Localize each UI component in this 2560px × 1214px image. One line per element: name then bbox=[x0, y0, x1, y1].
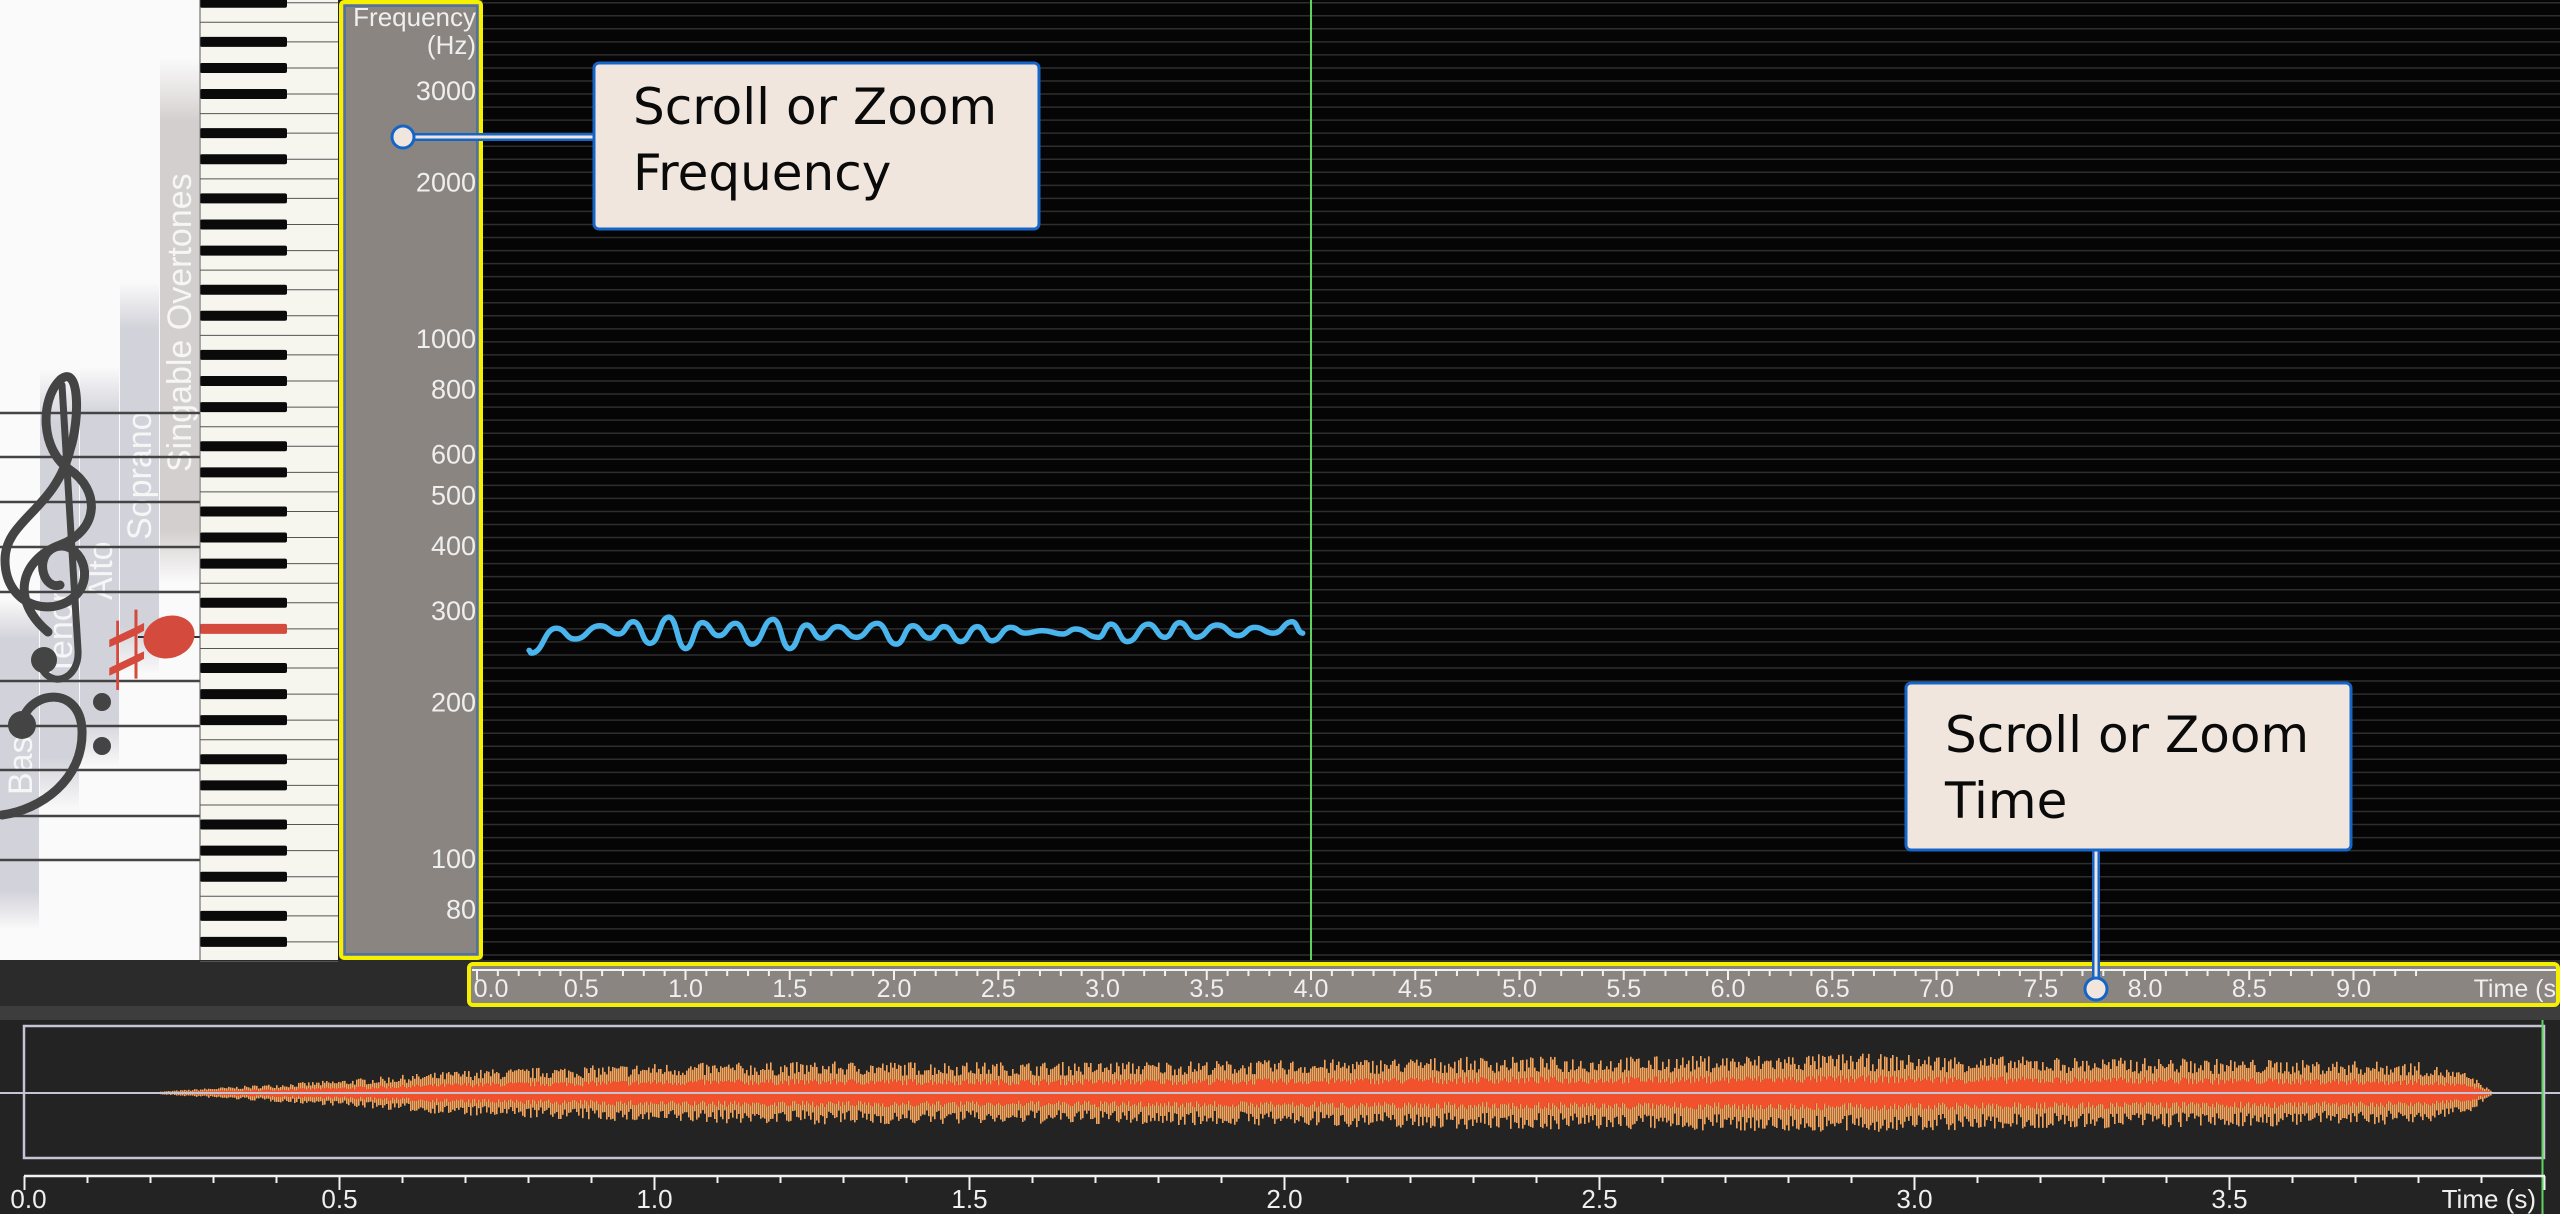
time-callout-anchor bbox=[2083, 976, 2109, 1002]
ruler-tick-label: 4.5 bbox=[1398, 975, 1433, 1003]
ruler-tick-label: 4.0 bbox=[1294, 975, 1329, 1003]
black-piano-key[interactable] bbox=[200, 310, 287, 321]
black-piano-key[interactable] bbox=[200, 662, 287, 673]
black-piano-key[interactable] bbox=[200, 845, 287, 856]
black-piano-key[interactable] bbox=[200, 402, 287, 413]
voice-label-soprano: Soprano bbox=[121, 411, 159, 540]
black-piano-key[interactable] bbox=[200, 532, 287, 543]
frequency-tick-label: 600 bbox=[431, 439, 476, 469]
black-piano-key[interactable] bbox=[200, 193, 287, 204]
black-piano-key[interactable] bbox=[200, 467, 287, 478]
ruler-tick-label: 3.5 bbox=[1189, 975, 1224, 1003]
waveform-axis-label: 0.0 bbox=[10, 1184, 46, 1214]
waveform-axis-label: 3.5 bbox=[2211, 1184, 2247, 1214]
frequency-callout-anchor bbox=[390, 124, 416, 150]
time-callout-line1: Scroll or Zoom bbox=[1945, 706, 2309, 764]
black-piano-key[interactable] bbox=[200, 128, 287, 139]
sharp-accidental: ♯ bbox=[100, 588, 153, 716]
ruler-tick-label: 1.0 bbox=[668, 975, 703, 1003]
waveform-axis-label: 1.0 bbox=[636, 1184, 672, 1214]
frequency-callout-line2: Frequency bbox=[633, 144, 891, 202]
waveform-axis-label: 2.5 bbox=[1581, 1184, 1617, 1214]
ruler-tick-label: 2.0 bbox=[877, 975, 912, 1003]
ruler-tick-label: 6.0 bbox=[1711, 975, 1746, 1003]
separator bbox=[0, 1006, 2560, 1020]
frequency-axis-unit: (Hz) bbox=[427, 30, 476, 60]
ruler-tick-label: 9.0 bbox=[2336, 975, 2371, 1003]
waveform-axis-unit: Time (s) bbox=[2442, 1184, 2536, 1214]
frequency-tick-label: 2000 bbox=[416, 168, 476, 198]
time-ruler-unit: Time (s bbox=[2474, 975, 2556, 1003]
frequency-tick-label: 1000 bbox=[416, 324, 476, 354]
ruler-tick-label: 3.0 bbox=[1085, 975, 1120, 1003]
waveform-axis-label: 3.0 bbox=[1896, 1184, 1932, 1214]
ruler-tick-label: 7.0 bbox=[1919, 975, 1954, 1003]
black-piano-key[interactable] bbox=[200, 936, 287, 947]
frequency-tick-label: 3000 bbox=[416, 76, 476, 106]
black-piano-key[interactable] bbox=[200, 349, 287, 360]
black-piano-key[interactable] bbox=[200, 284, 287, 295]
black-piano-key[interactable] bbox=[200, 36, 287, 47]
black-piano-key[interactable] bbox=[200, 62, 287, 73]
voice-label-overtones: Singable Overtones bbox=[161, 173, 199, 472]
black-piano-key[interactable] bbox=[200, 689, 287, 700]
ruler-tick-label: 2.5 bbox=[981, 975, 1016, 1003]
frequency-tick-label: 800 bbox=[431, 374, 476, 404]
ruler-tick-label: 8.0 bbox=[2128, 975, 2163, 1003]
black-piano-key[interactable] bbox=[200, 910, 287, 921]
black-piano-key[interactable] bbox=[200, 871, 287, 882]
frequency-axis-title: Frequency bbox=[353, 2, 476, 32]
ruler-tick-label: 1.5 bbox=[772, 975, 807, 1003]
frequency-tick-label: 400 bbox=[431, 531, 476, 561]
ruler-tick-label: 6.5 bbox=[1815, 975, 1850, 1003]
black-piano-key[interactable] bbox=[200, 819, 287, 830]
frequency-tick-label: 500 bbox=[431, 481, 476, 511]
black-piano-key[interactable] bbox=[200, 376, 287, 387]
black-piano-key[interactable] bbox=[200, 441, 287, 452]
black-piano-key[interactable] bbox=[200, 0, 287, 8]
pitch-analyzer-window: Bass Tenor Alto Soprano Singable Overton… bbox=[0, 0, 2560, 1214]
ruler-tick-label: 0.0 bbox=[474, 975, 509, 1003]
ruler-tick-label: 7.5 bbox=[2023, 975, 2058, 1003]
waveform-axis-label: 2.0 bbox=[1266, 1184, 1302, 1214]
black-piano-key[interactable] bbox=[200, 780, 287, 791]
black-piano-key[interactable] bbox=[200, 558, 287, 569]
frequency-tick-label: 100 bbox=[431, 844, 476, 874]
frequency-tick-label: 80 bbox=[446, 894, 476, 924]
black-piano-key[interactable] bbox=[200, 245, 287, 256]
waveform-axis-label: 0.5 bbox=[321, 1184, 357, 1214]
ruler-tick-label: 5.5 bbox=[1606, 975, 1641, 1003]
black-piano-key[interactable] bbox=[200, 89, 287, 100]
waveform-axis-label: 1.5 bbox=[951, 1184, 987, 1214]
ruler-tick-label: 8.5 bbox=[2232, 975, 2267, 1003]
piano-keyboard[interactable] bbox=[200, 0, 338, 960]
frequency-tick-label: 300 bbox=[431, 596, 476, 626]
ruler-tick-label: 0.5 bbox=[564, 975, 599, 1003]
time-callout-line2: Time bbox=[1944, 772, 2067, 830]
black-piano-key[interactable] bbox=[200, 219, 287, 230]
ruler-tick-label: 5.0 bbox=[1502, 975, 1537, 1003]
black-piano-key[interactable] bbox=[200, 754, 287, 765]
active-piano-key[interactable] bbox=[200, 623, 287, 634]
black-piano-key[interactable] bbox=[200, 715, 287, 726]
black-piano-key[interactable] bbox=[200, 597, 287, 608]
frequency-tick-label: 200 bbox=[431, 688, 476, 718]
black-piano-key[interactable] bbox=[200, 154, 287, 165]
black-piano-key[interactable] bbox=[200, 506, 287, 517]
frequency-callout-line1: Scroll or Zoom bbox=[633, 78, 997, 136]
